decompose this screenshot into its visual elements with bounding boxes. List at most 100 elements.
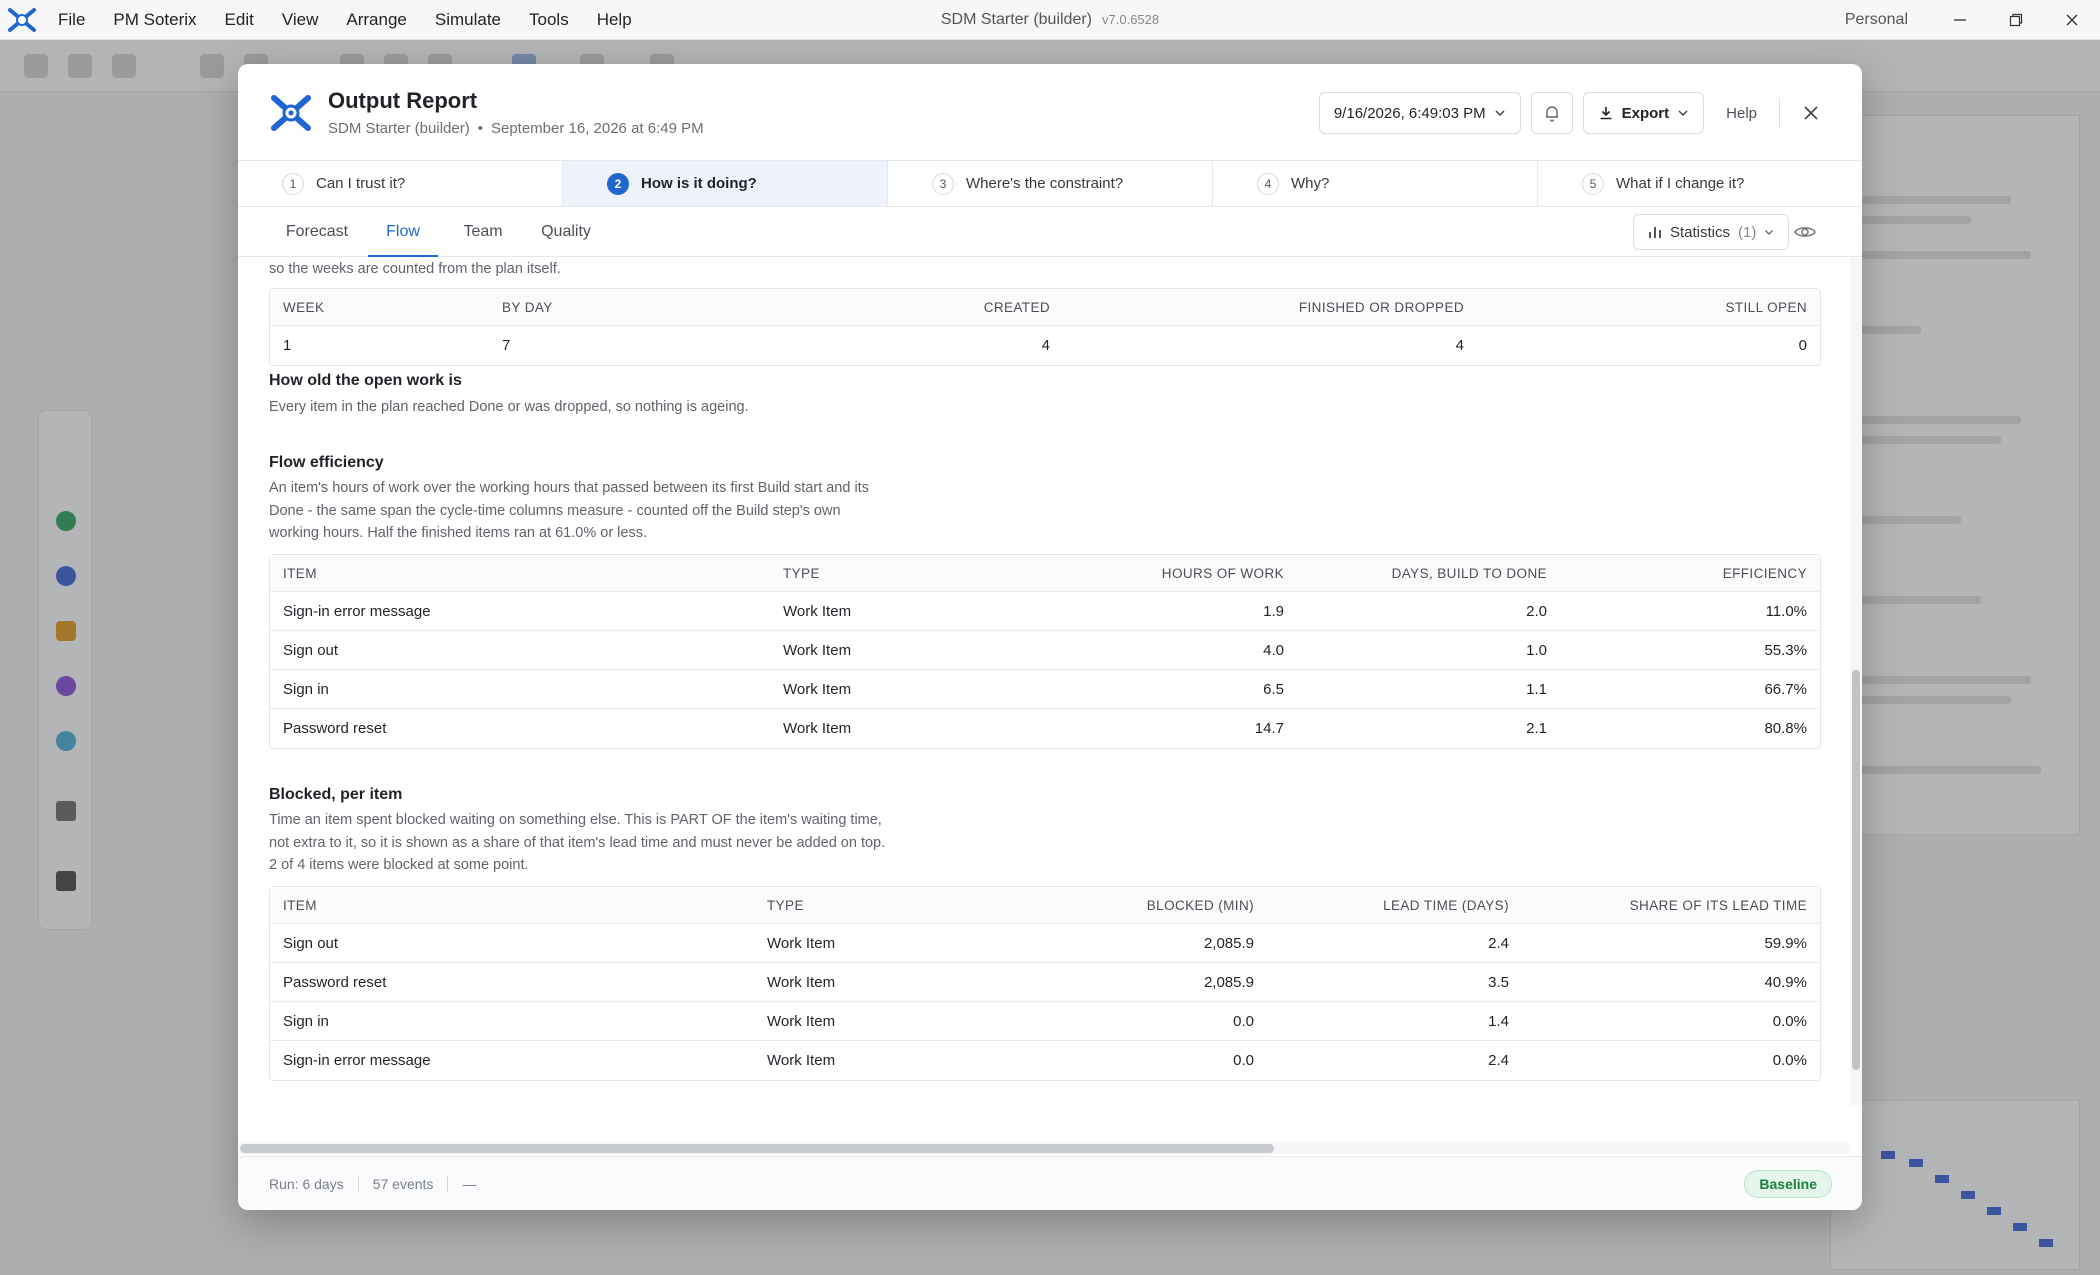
menu-simulate[interactable]: Simulate	[421, 0, 515, 40]
tab-flow[interactable]: Flow	[368, 207, 438, 257]
step-label: How is it doing?	[641, 175, 757, 192]
cell-item: Password reset	[283, 720, 387, 737]
cell-share-of-lead-time: 59.9%	[1764, 934, 1807, 952]
description-line: Time an item spent blocked waiting on so…	[269, 812, 882, 828]
step-how-is-it-doing[interactable]: 2 How is it doing?	[563, 161, 888, 206]
report-logo-icon	[268, 90, 314, 136]
blocked-per-item-table: ITEM TYPE BLOCKED (MIN) LEAD TIME (DAYS)…	[269, 886, 1821, 1081]
step-label: Can I trust it?	[316, 175, 406, 192]
table-header-row: ITEM TYPE HOURS OF WORK DAYS, BUILD TO D…	[270, 555, 1820, 592]
description-line: working hours. Half the finished items r…	[269, 525, 647, 541]
cell-lead-time-days: 2.4	[1488, 1052, 1509, 1069]
run-duration: Run: 6 days	[269, 1175, 344, 1192]
cell-hours-of-work: 6.5	[1263, 680, 1284, 698]
horizontal-scrollbar-thumb[interactable]	[240, 1144, 1274, 1153]
table-header-row: WEEK BY DAY CREATED FINISHED OR DROPPED …	[270, 289, 1820, 326]
cell-share-of-lead-time: 0.0%	[1772, 1012, 1807, 1030]
dialog-close-button[interactable]	[1790, 92, 1832, 134]
cell-blocked-min: 2,085.9	[1203, 934, 1254, 952]
notifications-button[interactable]	[1530, 92, 1573, 134]
close-icon	[1804, 106, 1818, 120]
export-button[interactable]: Export	[1582, 92, 1705, 134]
step-what-if-i-change-it[interactable]: 5 What if I change it?	[1538, 161, 1862, 206]
help-button[interactable]: Help	[1714, 105, 1769, 122]
cell-hours-of-work: 1.9	[1263, 602, 1284, 620]
tab-team[interactable]: Team	[450, 207, 516, 257]
blocked-title: Blocked, per item	[269, 786, 403, 803]
menu-file[interactable]: File	[44, 0, 99, 40]
eye-icon[interactable]	[1793, 220, 1817, 244]
weekly-intro-text: so the weeks are counted from the plan i…	[269, 261, 561, 277]
col-efficiency: EFFICIENCY	[1722, 565, 1807, 581]
cell-type: Work Item	[767, 934, 836, 952]
generated-at: September 16, 2026 at 6:49 PM	[490, 120, 704, 137]
menu-tools[interactable]: Tools	[515, 0, 583, 40]
menu-arrange[interactable]: Arrange	[332, 0, 420, 40]
cell-days-build-to-done: 1.0	[1526, 641, 1547, 659]
window-title-text: SDM Starter (builder)	[940, 11, 1093, 28]
chevron-down-icon	[1765, 230, 1774, 235]
step-label: What if I change it?	[1616, 175, 1745, 192]
weekly-flow-table: WEEK BY DAY CREATED FINISHED OR DROPPED …	[269, 288, 1821, 366]
baseline-badge: Baseline	[1744, 1170, 1832, 1198]
close-icon[interactable]	[2044, 0, 2100, 40]
description-line: Done - the same span the cycle-time colu…	[269, 502, 841, 519]
cell-item: Sign out	[283, 641, 339, 659]
menu-help[interactable]: Help	[583, 0, 646, 40]
menu-bar: File PM Soterix Edit View Arrange Simula…	[44, 0, 646, 40]
menu-pm-soterix[interactable]: PM Soterix	[99, 0, 210, 40]
report-content[interactable]: so the weeks are counted from the plan i…	[238, 258, 1850, 1106]
table-row: Sign-in error message Work Item 1.9 2.0 …	[270, 592, 1820, 631]
cell-efficiency: 66.7%	[1764, 680, 1807, 698]
cell-by-day: 7	[502, 337, 511, 354]
col-created: CREATED	[983, 299, 1050, 315]
cell-type: Work Item	[783, 680, 852, 698]
tab-quality[interactable]: Quality	[528, 207, 604, 257]
cell-type: Work Item	[783, 641, 852, 659]
vertical-scrollbar-thumb[interactable]	[1852, 670, 1860, 1070]
cell-share-of-lead-time: 40.9%	[1764, 973, 1807, 991]
statistics-dropdown[interactable]: Statistics (1)	[1633, 214, 1790, 250]
run-select-dropdown[interactable]: 9/16/2026, 6:49:03 PM	[1318, 92, 1521, 134]
question-steps: 1 Can I trust it? 2 How is it doing? 3 W…	[238, 160, 1862, 207]
cell-lead-time-days: 3.5	[1488, 973, 1509, 991]
col-by-day: BY DAY	[502, 299, 553, 315]
cell-efficiency: 11.0%	[1765, 602, 1807, 620]
horizontal-scrollbar[interactable]	[238, 1142, 1850, 1154]
cell-type: Work Item	[767, 973, 836, 991]
table-row: Sign in Work Item 6.5 1.1 66.7%	[270, 670, 1820, 709]
col-item: ITEM	[283, 565, 317, 581]
event-count: 57 events	[372, 1175, 434, 1192]
footer-divider	[357, 1175, 359, 1192]
flow-efficiency-title: Flow efficiency	[269, 454, 384, 471]
footer-divider	[447, 1175, 449, 1192]
col-days-build-to-done: DAYS, BUILD TO DONE	[1391, 565, 1547, 581]
description-line: An item's hours of work over the working…	[269, 480, 869, 496]
table-row: Sign out Work Item 2,085.9 2.4 59.9%	[270, 924, 1820, 963]
step-label: Why?	[1291, 175, 1330, 192]
step-why[interactable]: 4 Why?	[1213, 161, 1538, 206]
step-number: 4	[1257, 172, 1279, 195]
cell-type: Work Item	[783, 720, 852, 737]
step-wheres-the-constraint[interactable]: 3 Where's the constraint?	[888, 161, 1213, 206]
flow-efficiency-table: ITEM TYPE HOURS OF WORK DAYS, BUILD TO D…	[269, 554, 1821, 749]
menu-edit[interactable]: Edit	[211, 0, 268, 40]
step-number: 5	[1582, 172, 1604, 195]
report-subtabs: Forecast Flow Team Quality Statistics (1…	[238, 207, 1862, 257]
output-report-dialog: Output Report SDM Starter (builder) • Se…	[238, 64, 1862, 1210]
minimize-icon[interactable]	[1932, 0, 1988, 40]
cell-item: Sign-in error message	[283, 1052, 431, 1069]
cell-item: Sign out	[283, 934, 339, 952]
maximize-icon[interactable]	[1988, 0, 2044, 40]
tab-forecast[interactable]: Forecast	[276, 207, 358, 257]
step-can-i-trust-it[interactable]: 1 Can I trust it?	[238, 161, 563, 206]
table-header-row: ITEM TYPE BLOCKED (MIN) LEAD TIME (DAYS)…	[270, 887, 1820, 924]
menu-view[interactable]: View	[268, 0, 333, 40]
dialog-title: Output Report	[328, 88, 478, 113]
cell-blocked-min: 0.0	[1233, 1052, 1254, 1069]
account-switcher[interactable]: Personal	[1845, 11, 1908, 29]
cell-share-of-lead-time: 0.0%	[1772, 1052, 1807, 1069]
vertical-scrollbar[interactable]	[1850, 258, 1862, 1106]
cell-days-build-to-done: 2.1	[1526, 720, 1547, 737]
cell-created: 4	[1041, 337, 1050, 354]
